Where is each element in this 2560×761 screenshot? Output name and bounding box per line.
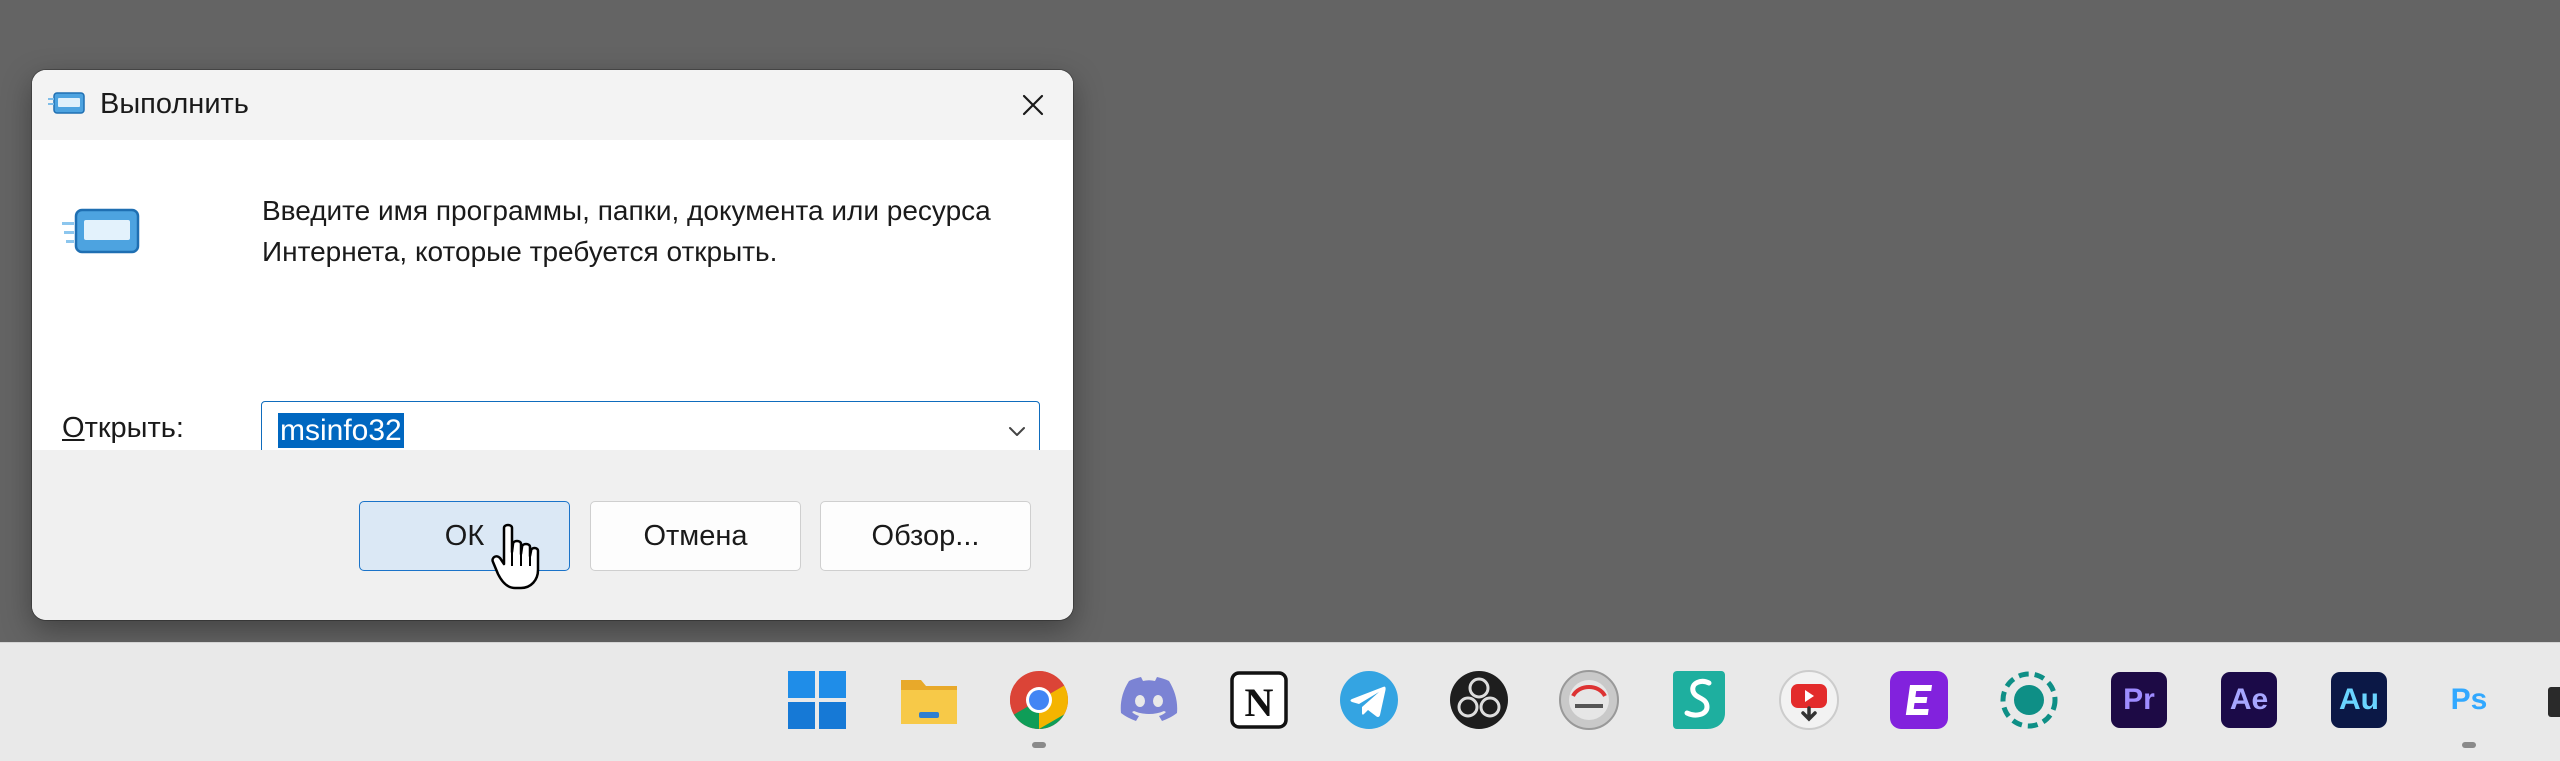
photoshop-icon: Ps <box>2441 672 2497 728</box>
open-label-text: ткрыть: <box>84 412 184 444</box>
premiere-pro-glyph: Pr <box>2123 683 2155 716</box>
running-indicator <box>2462 742 2476 748</box>
taskbar-after-effects[interactable]: Ae <box>2216 667 2282 733</box>
discord-icon <box>1120 677 1178 721</box>
youtube-downloader-icon <box>1779 670 1839 730</box>
taskbar: N Pr Ae Au Ps <box>0 642 2560 761</box>
telegram-icon <box>1340 671 1398 729</box>
dialog-footer: ОК Отмена Обзор... <box>32 450 1073 620</box>
open-label: Открыть: <box>62 412 184 445</box>
obs-studio-icon <box>1450 671 1508 729</box>
command-input[interactable]: msinfo32 <box>278 413 404 448</box>
notion-icon: N <box>1230 671 1288 729</box>
taskbar-premiere-pro[interactable]: Pr <box>2106 667 2172 733</box>
taskbar-chrome[interactable] <box>1006 667 1072 748</box>
taskbar-ultra-studio[interactable] <box>1556 667 1622 733</box>
ultra-studio-icon <box>1559 670 1619 730</box>
chrome-icon <box>1010 671 1068 729</box>
windows-start-icon <box>788 671 846 729</box>
running-indicator <box>1032 742 1046 748</box>
title-bar[interactable]: Выполнить <box>32 70 1073 140</box>
surfshark-icon <box>1673 671 1725 729</box>
taskbar-surfshark[interactable] <box>1666 667 1732 733</box>
run-dialog: Выполнить Введите имя программы, папки, … <box>32 70 1073 620</box>
start-button[interactable] <box>784 667 850 733</box>
taskbar-audition[interactable]: Au <box>2326 667 2392 733</box>
taskbar-photoshop[interactable]: Ps <box>2436 667 2502 748</box>
audition-icon: Au <box>2331 672 2387 728</box>
taskbar-notion[interactable]: N <box>1226 667 1292 733</box>
after-effects-glyph: Ae <box>2229 683 2269 716</box>
photoshop-glyph: Ps <box>2450 683 2488 716</box>
run-icon <box>62 208 140 254</box>
after-effects-icon: Ae <box>2221 672 2277 728</box>
overflow-app-icon[interactable] <box>2548 687 2560 717</box>
elementor-icon <box>1890 671 1948 729</box>
browse-button[interactable]: Обзор... <box>820 501 1031 571</box>
hand-cursor-icon <box>491 523 540 590</box>
taskbar-youtube-downloader[interactable] <box>1776 667 1842 733</box>
taskbar-telegram[interactable] <box>1336 667 1402 733</box>
taskbar-elementor[interactable] <box>1886 667 1952 733</box>
svg-text:N: N <box>1245 680 1274 725</box>
open-label-accelerator: О <box>62 412 85 444</box>
audition-glyph: Au <box>2339 683 2379 716</box>
taskbar-obs[interactable] <box>1446 667 1512 733</box>
dialog-title: Выполнить <box>100 88 249 120</box>
run-icon <box>48 92 85 114</box>
close-button[interactable] <box>993 70 1073 140</box>
file-explorer-icon <box>901 680 957 724</box>
taskbar-file-explorer[interactable] <box>896 667 962 733</box>
chevron-down-icon[interactable] <box>1005 419 1029 443</box>
taskbar-discord[interactable] <box>1116 667 1182 733</box>
screen-recorder-icon <box>2000 671 2058 729</box>
cancel-button[interactable]: Отмена <box>590 501 801 571</box>
dialog-body: Введите имя программы, папки, документа … <box>32 140 1073 460</box>
taskbar-screen-recorder[interactable] <box>1996 667 2062 733</box>
premiere-pro-icon: Pr <box>2111 672 2167 728</box>
instruction-text: Введите имя программы, папки, документа … <box>262 195 991 267</box>
close-icon <box>1022 94 1044 116</box>
